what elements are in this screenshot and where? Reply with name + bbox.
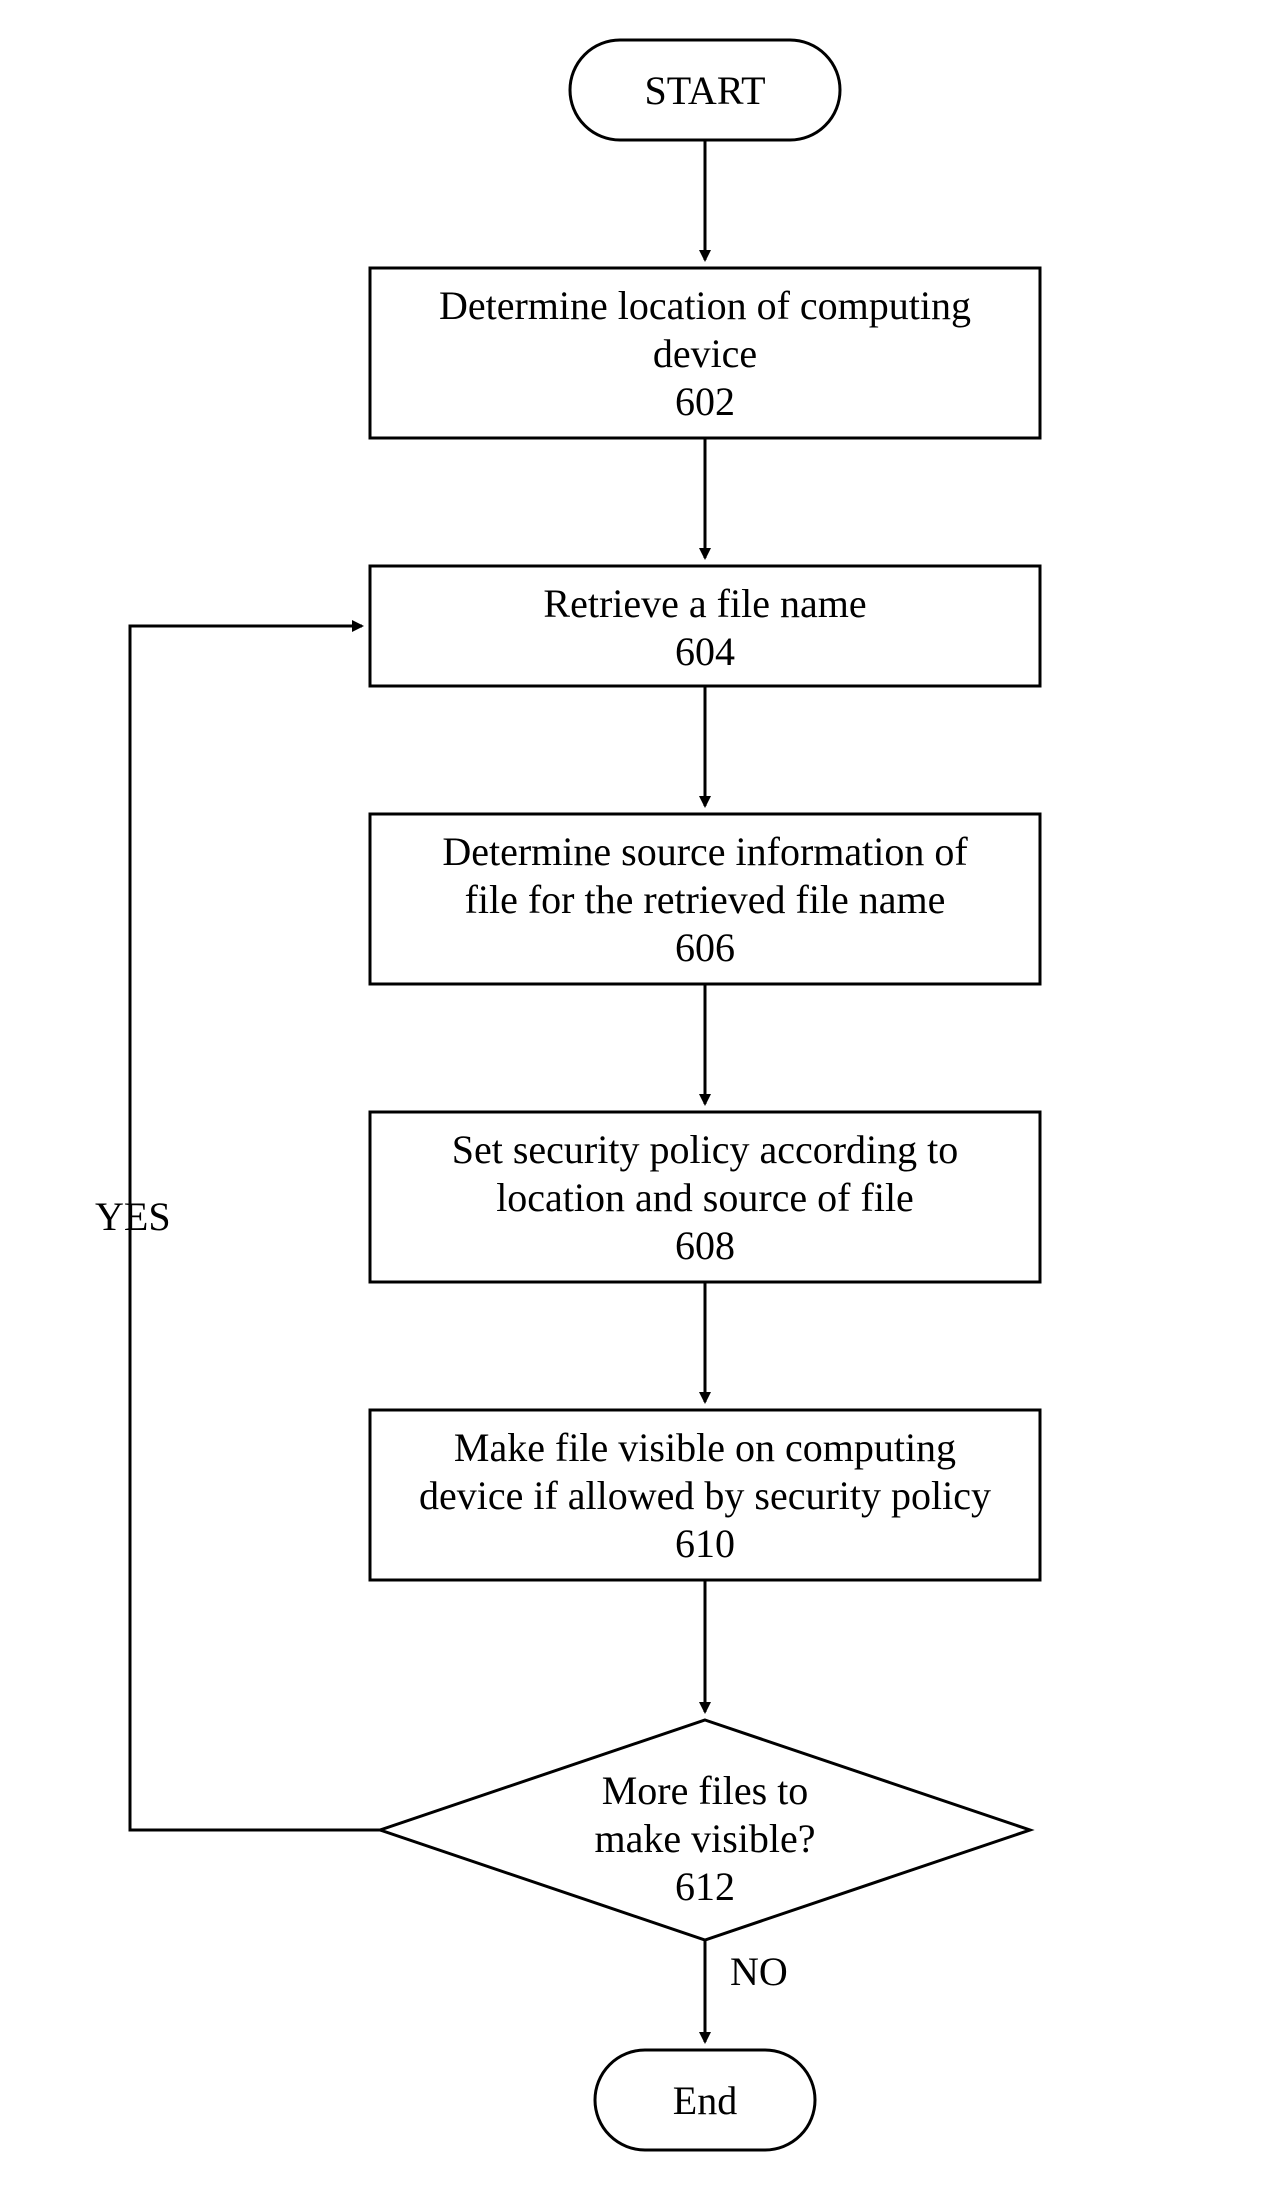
step-608-line2: location and source of file — [496, 1175, 914, 1220]
decision-612: More files to make visible? 612 — [380, 1720, 1030, 1940]
end-node: End — [595, 2050, 815, 2150]
step-608: Set security policy according to locatio… — [370, 1112, 1040, 1282]
step-608-line1: Set security policy according to — [452, 1127, 959, 1172]
step-604-line1: Retrieve a file name — [543, 581, 866, 626]
decision-612-line2: make visible? — [594, 1816, 815, 1861]
start-label: START — [644, 68, 765, 113]
step-606-line2: file for the retrieved file name — [465, 877, 946, 922]
step-602-line1: Determine location of computing — [439, 283, 971, 328]
decision-612-line1: More files to — [602, 1768, 809, 1813]
step-602-num: 602 — [675, 379, 735, 424]
step-602-line2: device — [653, 331, 757, 376]
step-604: Retrieve a file name 604 — [370, 566, 1040, 686]
end-label: End — [673, 2078, 737, 2123]
step-602: Determine location of computing device 6… — [370, 268, 1040, 438]
step-610-num: 610 — [675, 1521, 735, 1566]
step-606-num: 606 — [675, 925, 735, 970]
step-610: Make file visible on computing device if… — [370, 1410, 1040, 1580]
step-606: Determine source information of file for… — [370, 814, 1040, 984]
step-604-num: 604 — [675, 629, 735, 674]
decision-612-num: 612 — [675, 1864, 735, 1909]
step-610-line2: device if allowed by security policy — [419, 1473, 991, 1518]
flowchart-svg: START Determine location of computing de… — [0, 0, 1281, 2192]
label-no: NO — [730, 1949, 788, 1994]
step-608-num: 608 — [675, 1223, 735, 1268]
start-node: START — [570, 40, 840, 140]
label-yes: YES — [95, 1194, 171, 1239]
step-610-line1: Make file visible on computing — [454, 1425, 956, 1470]
step-606-line1: Determine source information of — [442, 829, 968, 874]
